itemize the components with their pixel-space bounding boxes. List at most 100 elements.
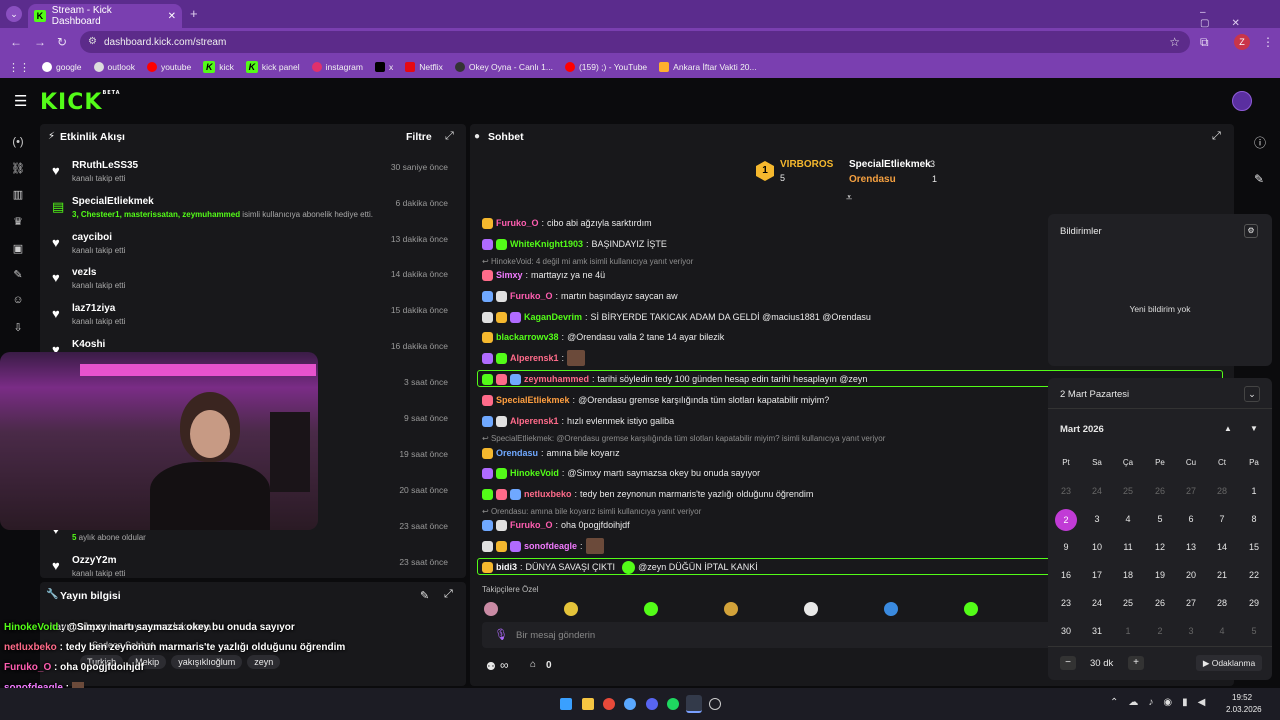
calendar-day[interactable]: 12 <box>1149 542 1171 552</box>
activity-username[interactable]: SpecialEtliekmek <box>72 196 154 207</box>
activity-username[interactable]: cayciboi <box>72 232 112 243</box>
chat-message[interactable]: WhiteKnight1903: BAŞINDAYIZ İŞTE <box>482 237 667 251</box>
forward-icon[interactable]: → <box>34 35 46 49</box>
decrease-focus-button[interactable]: − <box>1060 656 1076 670</box>
calendar-day[interactable]: 16 <box>1055 570 1077 580</box>
leader-name[interactable]: VIRBOROS <box>780 159 833 170</box>
calendar-day[interactable]: 17 <box>1086 570 1108 580</box>
new-tab-icon[interactable]: + <box>190 6 198 21</box>
calendar-day[interactable]: 26 <box>1149 598 1171 608</box>
back-icon[interactable]: ← <box>10 35 22 49</box>
chat-message[interactable]: bidi3: DÜNYA SAVAŞI ÇIKTI @zeyn DÜĞÜN İPTA… <box>482 560 758 574</box>
bookmark-instagram[interactable]: instagram <box>311 62 363 72</box>
chat-username[interactable]: Furuko_O <box>510 291 553 301</box>
chat-username[interactable]: netluxbeko <box>524 489 572 499</box>
calendar-day[interactable]: 14 <box>1211 542 1233 552</box>
live-broadcast-icon[interactable]: (•) <box>10 136 26 152</box>
tag[interactable]: zeyn <box>247 655 281 669</box>
discord-icon[interactable] <box>646 698 658 710</box>
menu-dots-icon[interactable]: ⋮ <box>1262 35 1274 49</box>
leader-name[interactable]: SpecialEtliekmek <box>849 159 931 170</box>
link-icon[interactable]: ⛓ <box>10 162 26 178</box>
chat-message[interactable]: Alperensk1: <box>482 350 586 366</box>
site-info-icon[interactable]: ⚙ <box>88 36 97 47</box>
wrench-icon[interactable]: ✎ <box>10 268 26 284</box>
emote[interactable] <box>644 602 658 616</box>
emote[interactable] <box>484 602 498 616</box>
chat-message[interactable]: blackarrowv38: @Orendasu valla 2 tane 14 … <box>482 330 724 344</box>
calendar-day[interactable]: 1 <box>1243 486 1265 496</box>
kick-logo[interactable]: KICKBETA <box>40 90 121 115</box>
chat-message[interactable]: Orendasu: amına bile koyarız <box>482 446 620 460</box>
bookmark-netflix[interactable]: Netflix <box>405 62 443 72</box>
close-tab-icon[interactable]: ✕ <box>168 11 176 22</box>
chat-username[interactable]: Alperensk1 <box>510 416 559 426</box>
calendar-day[interactable]: 21 <box>1211 570 1233 580</box>
popout-icon[interactable]: ⤢ <box>444 588 453 601</box>
calendar-day[interactable]: 4 <box>1117 514 1139 524</box>
collapse-leaderboard-icon[interactable]: ⩡ <box>846 192 852 205</box>
calendar-day[interactable]: 26 <box>1149 486 1171 496</box>
analytics-icon[interactable]: ▥ <box>10 188 26 204</box>
file-explorer-icon[interactable] <box>582 698 594 710</box>
chat-username[interactable]: sonofdeagle <box>524 541 577 551</box>
calendar-day[interactable]: 30 <box>1055 626 1077 636</box>
windows-start-icon[interactable] <box>560 698 572 710</box>
calendar-day[interactable]: 27 <box>1180 486 1202 496</box>
activity-username[interactable]: RRuthLeSS35 <box>72 160 138 171</box>
calendar-day[interactable]: 23 <box>1055 598 1077 608</box>
prev-month-icon[interactable]: ▲ <box>1224 424 1232 433</box>
chat-username[interactable]: SpecialEtliekmek <box>496 395 570 405</box>
bookmark-youtube-2[interactable]: (159) ;) - YouTube <box>564 62 647 72</box>
activity-item[interactable]: ♥ cayciboi kanalı takip etti 13 dakika önce <box>40 231 458 267</box>
calendar-day[interactable]: 25 <box>1117 598 1139 608</box>
emote[interactable] <box>964 602 978 616</box>
next-month-icon[interactable]: ▼ <box>1250 424 1258 433</box>
info-icon[interactable]: ⓘ <box>1254 134 1266 151</box>
calendar-day[interactable]: 2 <box>1055 509 1077 531</box>
chat-message[interactable]: netluxbeko: tedy ben zeynonun marmaris'te… <box>482 487 813 501</box>
calendar-day[interactable]: 9 <box>1055 542 1077 552</box>
calendar-day[interactable]: 5 <box>1243 626 1265 636</box>
chat-message[interactable]: Furuko_O: oha 0pogjfdoihjdf <box>482 518 630 532</box>
calendar-day[interactable]: 23 <box>1055 486 1077 496</box>
activity-item[interactable]: ♥ laz71ziya kanalı takip etti 15 dakika önc… <box>40 302 458 338</box>
extensions-icon[interactable]: ⧉ <box>1200 35 1209 50</box>
url-field[interactable]: ⚙ dashboard.kick.com/stream ☆ <box>80 31 1190 53</box>
focus-button[interactable]: ▶ Odaklanma <box>1196 655 1262 671</box>
calendar-day[interactable]: 24 <box>1086 486 1108 496</box>
tab-search-icon[interactable]: ⌄ <box>6 6 22 22</box>
apps-grid-icon[interactable]: ⋮⋮ <box>8 61 30 74</box>
calendar-day[interactable]: 18 <box>1117 570 1139 580</box>
bookmark-google[interactable]: google <box>42 62 82 72</box>
calendar-day[interactable]: 3 <box>1180 626 1202 636</box>
store-icon[interactable]: ⌂ <box>530 659 536 670</box>
tray-icons[interactable]: ⌃☁♪◉▮◀ <box>1110 697 1215 708</box>
calendar-day[interactable]: 20 <box>1180 570 1202 580</box>
users-icon[interactable]: ☺ <box>10 294 26 310</box>
chrome-icon[interactable] <box>603 698 615 710</box>
download-icon[interactable]: ⇩ <box>10 321 26 337</box>
filter-button[interactable]: Filtre <box>406 131 432 143</box>
window-controls[interactable]: –▢✕ <box>1200 7 1280 29</box>
activity-username[interactable]: laz71ziya <box>72 303 115 314</box>
activity-username[interactable]: K4oshi <box>72 339 105 350</box>
calendar-day[interactable]: 8 <box>1243 514 1265 524</box>
chat-username[interactable]: Orendasu <box>496 448 538 458</box>
chat-username[interactable]: HinokeVoid <box>510 468 559 478</box>
hamburger-menu-icon[interactable]: ☰ <box>14 92 27 110</box>
emote[interactable] <box>564 602 578 616</box>
collapse-calendar-icon[interactable]: ⌄ <box>1244 386 1260 402</box>
bookmark-outlook[interactable]: outlook <box>93 62 135 72</box>
calendar-day[interactable]: 15 <box>1243 542 1265 552</box>
chat-message[interactable]: Furuko_O: cibo abi ağzıyla sarktırdım <box>482 216 652 230</box>
popout-icon[interactable]: ⤢ <box>1212 130 1221 143</box>
bookmark-kick[interactable]: Kkick <box>203 61 234 73</box>
notification-settings-icon[interactable]: ⚙ <box>1244 224 1258 238</box>
emote[interactable] <box>884 602 898 616</box>
profile-avatar[interactable]: Z <box>1234 34 1250 50</box>
bookmark-iftar[interactable]: Ankara İftar Vakti 20... <box>659 62 757 72</box>
chat-username[interactable]: WhiteKnight1903 <box>510 239 583 249</box>
calendar-day[interactable]: 2 <box>1149 626 1171 636</box>
bookmark-okey[interactable]: Okey Oyna - Canlı 1... <box>454 62 553 72</box>
